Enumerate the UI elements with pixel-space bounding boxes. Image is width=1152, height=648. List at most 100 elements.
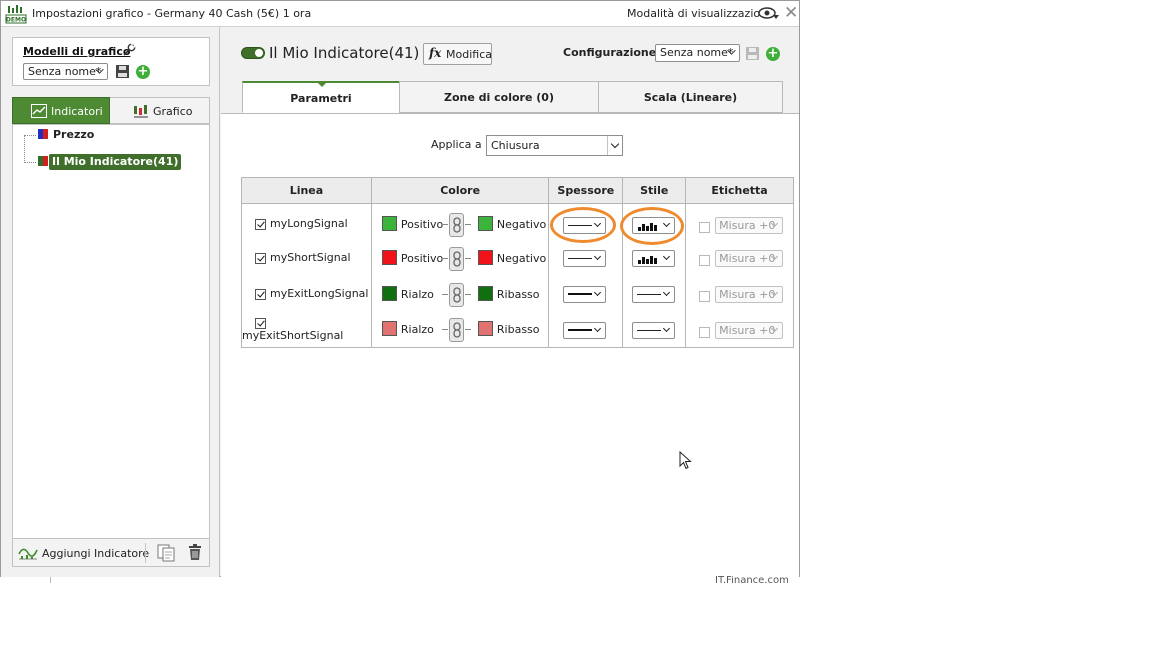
window-title: Impostazioni grafico - Germany 40 Cash (… <box>32 7 312 20</box>
tab-color-zones-label: Zone di colore (0) <box>444 91 554 104</box>
link-colors-button[interactable] <box>448 212 464 237</box>
toolbar-divider <box>145 543 146 563</box>
tab-color-zones[interactable]: Zone di colore (0) <box>399 81 599 113</box>
svg-text:DEMO: DEMO <box>6 17 26 24</box>
line-visible-checkbox[interactable] <box>255 317 266 329</box>
column-header-style: Stile <box>622 177 687 204</box>
background-divider <box>50 577 51 583</box>
configuration-label: Configurazione: <box>563 46 661 59</box>
configuration-select[interactable]: Senza nome* <box>655 44 740 62</box>
color-swatch-primary[interactable] <box>381 321 397 337</box>
table-header-row: Linea Colore Spessore Stile Etichetta <box>241 177 794 204</box>
link-colors-button[interactable] <box>448 318 464 343</box>
label-measure-select[interactable]: Misura +0 <box>715 321 784 339</box>
demo-chart-icon: DEMO <box>5 5 27 24</box>
apply-to-select[interactable]: Chiusura <box>486 135 623 156</box>
link-colors-button[interactable] <box>448 246 464 271</box>
label-measure-select[interactable]: Misura +0 <box>715 217 784 234</box>
thickness-select[interactable] <box>563 285 607 303</box>
chart-models-title[interactable]: Modelli di grafico <box>23 45 130 58</box>
chain-link-icon <box>453 250 461 267</box>
tab-chart-label: Grafico <box>153 105 193 118</box>
label-enabled-checkbox[interactable] <box>699 326 711 338</box>
color-swatch-primary[interactable] <box>381 285 397 301</box>
chevron-down-icon <box>663 324 671 332</box>
link-connector <box>464 329 471 331</box>
column-header-label: Etichetta <box>685 177 794 204</box>
highlight-ring-style <box>620 207 684 245</box>
label-measure-value: Misura +0 <box>719 219 776 232</box>
color-label-primary: Rialzo <box>400 323 434 337</box>
link-connector <box>464 223 471 225</box>
parameters-content: Applica a Chiusura Linea Colore Spessore… <box>221 113 799 577</box>
chevron-down-icon <box>663 288 671 296</box>
thickness-select[interactable] <box>563 321 607 339</box>
label-measure-value: Misura +0 <box>719 323 776 337</box>
tab-parameters-label: Parametri <box>290 92 352 105</box>
indicator-toggle[interactable] <box>241 47 265 59</box>
indicator-title: Il Mio Indicatore(41) <box>269 44 420 62</box>
save-icon[interactable] <box>115 64 130 79</box>
add-model-icon[interactable]: + <box>136 65 150 79</box>
eye-icon[interactable] <box>758 5 780 23</box>
background-brand-text: IT.Finance.com <box>715 576 789 584</box>
tree-item-indicator[interactable]: Il Mio Indicatore(41) <box>49 154 182 170</box>
style-select[interactable] <box>632 285 676 303</box>
line-visible-checkbox[interactable] <box>255 218 266 230</box>
tab-parameters[interactable]: Parametri <box>242 81 400 113</box>
model-select[interactable]: Senza nome* <box>23 63 108 80</box>
color-swatch-primary[interactable] <box>381 249 397 265</box>
color-cell: Positivo Negativo <box>370 203 550 240</box>
price-flag-icon <box>38 129 48 139</box>
link-connector <box>441 257 448 259</box>
label-measure-select[interactable]: Misura +0 <box>715 285 784 303</box>
tab-scale[interactable]: Scala (Lineare) <box>598 81 783 113</box>
label-measure-select[interactable]: Misura +0 <box>715 249 784 267</box>
label-enabled-checkbox[interactable] <box>699 222 711 233</box>
color-label-primary: Rialzo <box>400 287 434 301</box>
line-visible-checkbox[interactable] <box>255 288 266 300</box>
copy-icon[interactable] <box>156 544 176 562</box>
thickness-select[interactable] <box>563 249 607 267</box>
label-enabled-checkbox[interactable] <box>699 290 711 302</box>
thickness-cell <box>548 311 624 348</box>
link-connector <box>441 329 448 331</box>
style-select[interactable] <box>632 321 676 339</box>
link-colors-button[interactable] <box>448 282 464 307</box>
close-icon[interactable]: ✕ <box>784 5 798 22</box>
add-indicator-icon[interactable] <box>18 545 38 561</box>
chevron-down-icon <box>771 252 779 260</box>
style-select[interactable] <box>632 249 676 267</box>
indicator-flag-icon <box>38 156 48 166</box>
add-config-icon[interactable]: + <box>766 47 780 61</box>
save-config-icon[interactable] <box>745 46 760 61</box>
label-cell: Misura +0 <box>685 239 794 276</box>
label-enabled-checkbox[interactable] <box>699 254 711 266</box>
color-swatch-secondary[interactable] <box>477 321 493 337</box>
tree-item-price[interactable]: Prezzo <box>53 128 94 141</box>
chevron-down-icon <box>594 288 602 296</box>
fx-icon: fx <box>429 46 442 60</box>
color-swatch-secondary[interactable] <box>477 215 493 231</box>
thick-line-icon <box>568 292 593 295</box>
table-row: myExitLongSignal Rialzo Ribasso Misura +… <box>241 275 794 312</box>
color-pair: Rialzo Ribasso <box>372 318 548 343</box>
sidebar-toolbar: Aggiungi Indicatore <box>12 539 210 567</box>
color-swatch-secondary[interactable] <box>477 249 493 265</box>
mouse-cursor-icon <box>679 451 692 470</box>
color-swatch-secondary[interactable] <box>477 285 493 301</box>
color-swatch-primary[interactable] <box>381 215 397 231</box>
tab-chart[interactable]: Grafico <box>110 97 210 124</box>
view-mode-label[interactable]: Modalità di visualizzazione <box>627 7 774 20</box>
trash-icon[interactable] <box>188 544 202 561</box>
tab-indicators-label: Indicatori <box>51 105 103 118</box>
color-label-primary: Positivo <box>400 251 444 265</box>
line-visible-checkbox[interactable] <box>255 252 266 264</box>
histogram-style-icon <box>638 255 658 264</box>
tab-indicators[interactable]: Indicatori <box>12 97 110 124</box>
edit-button[interactable]: fx Modifica <box>423 43 492 65</box>
apply-to-label: Applica a <box>431 138 482 151</box>
background-text: IT.Finance.com <box>680 576 800 584</box>
add-indicator-button[interactable]: Aggiungi Indicatore <box>42 547 149 560</box>
wrench-icon[interactable] <box>122 43 136 57</box>
